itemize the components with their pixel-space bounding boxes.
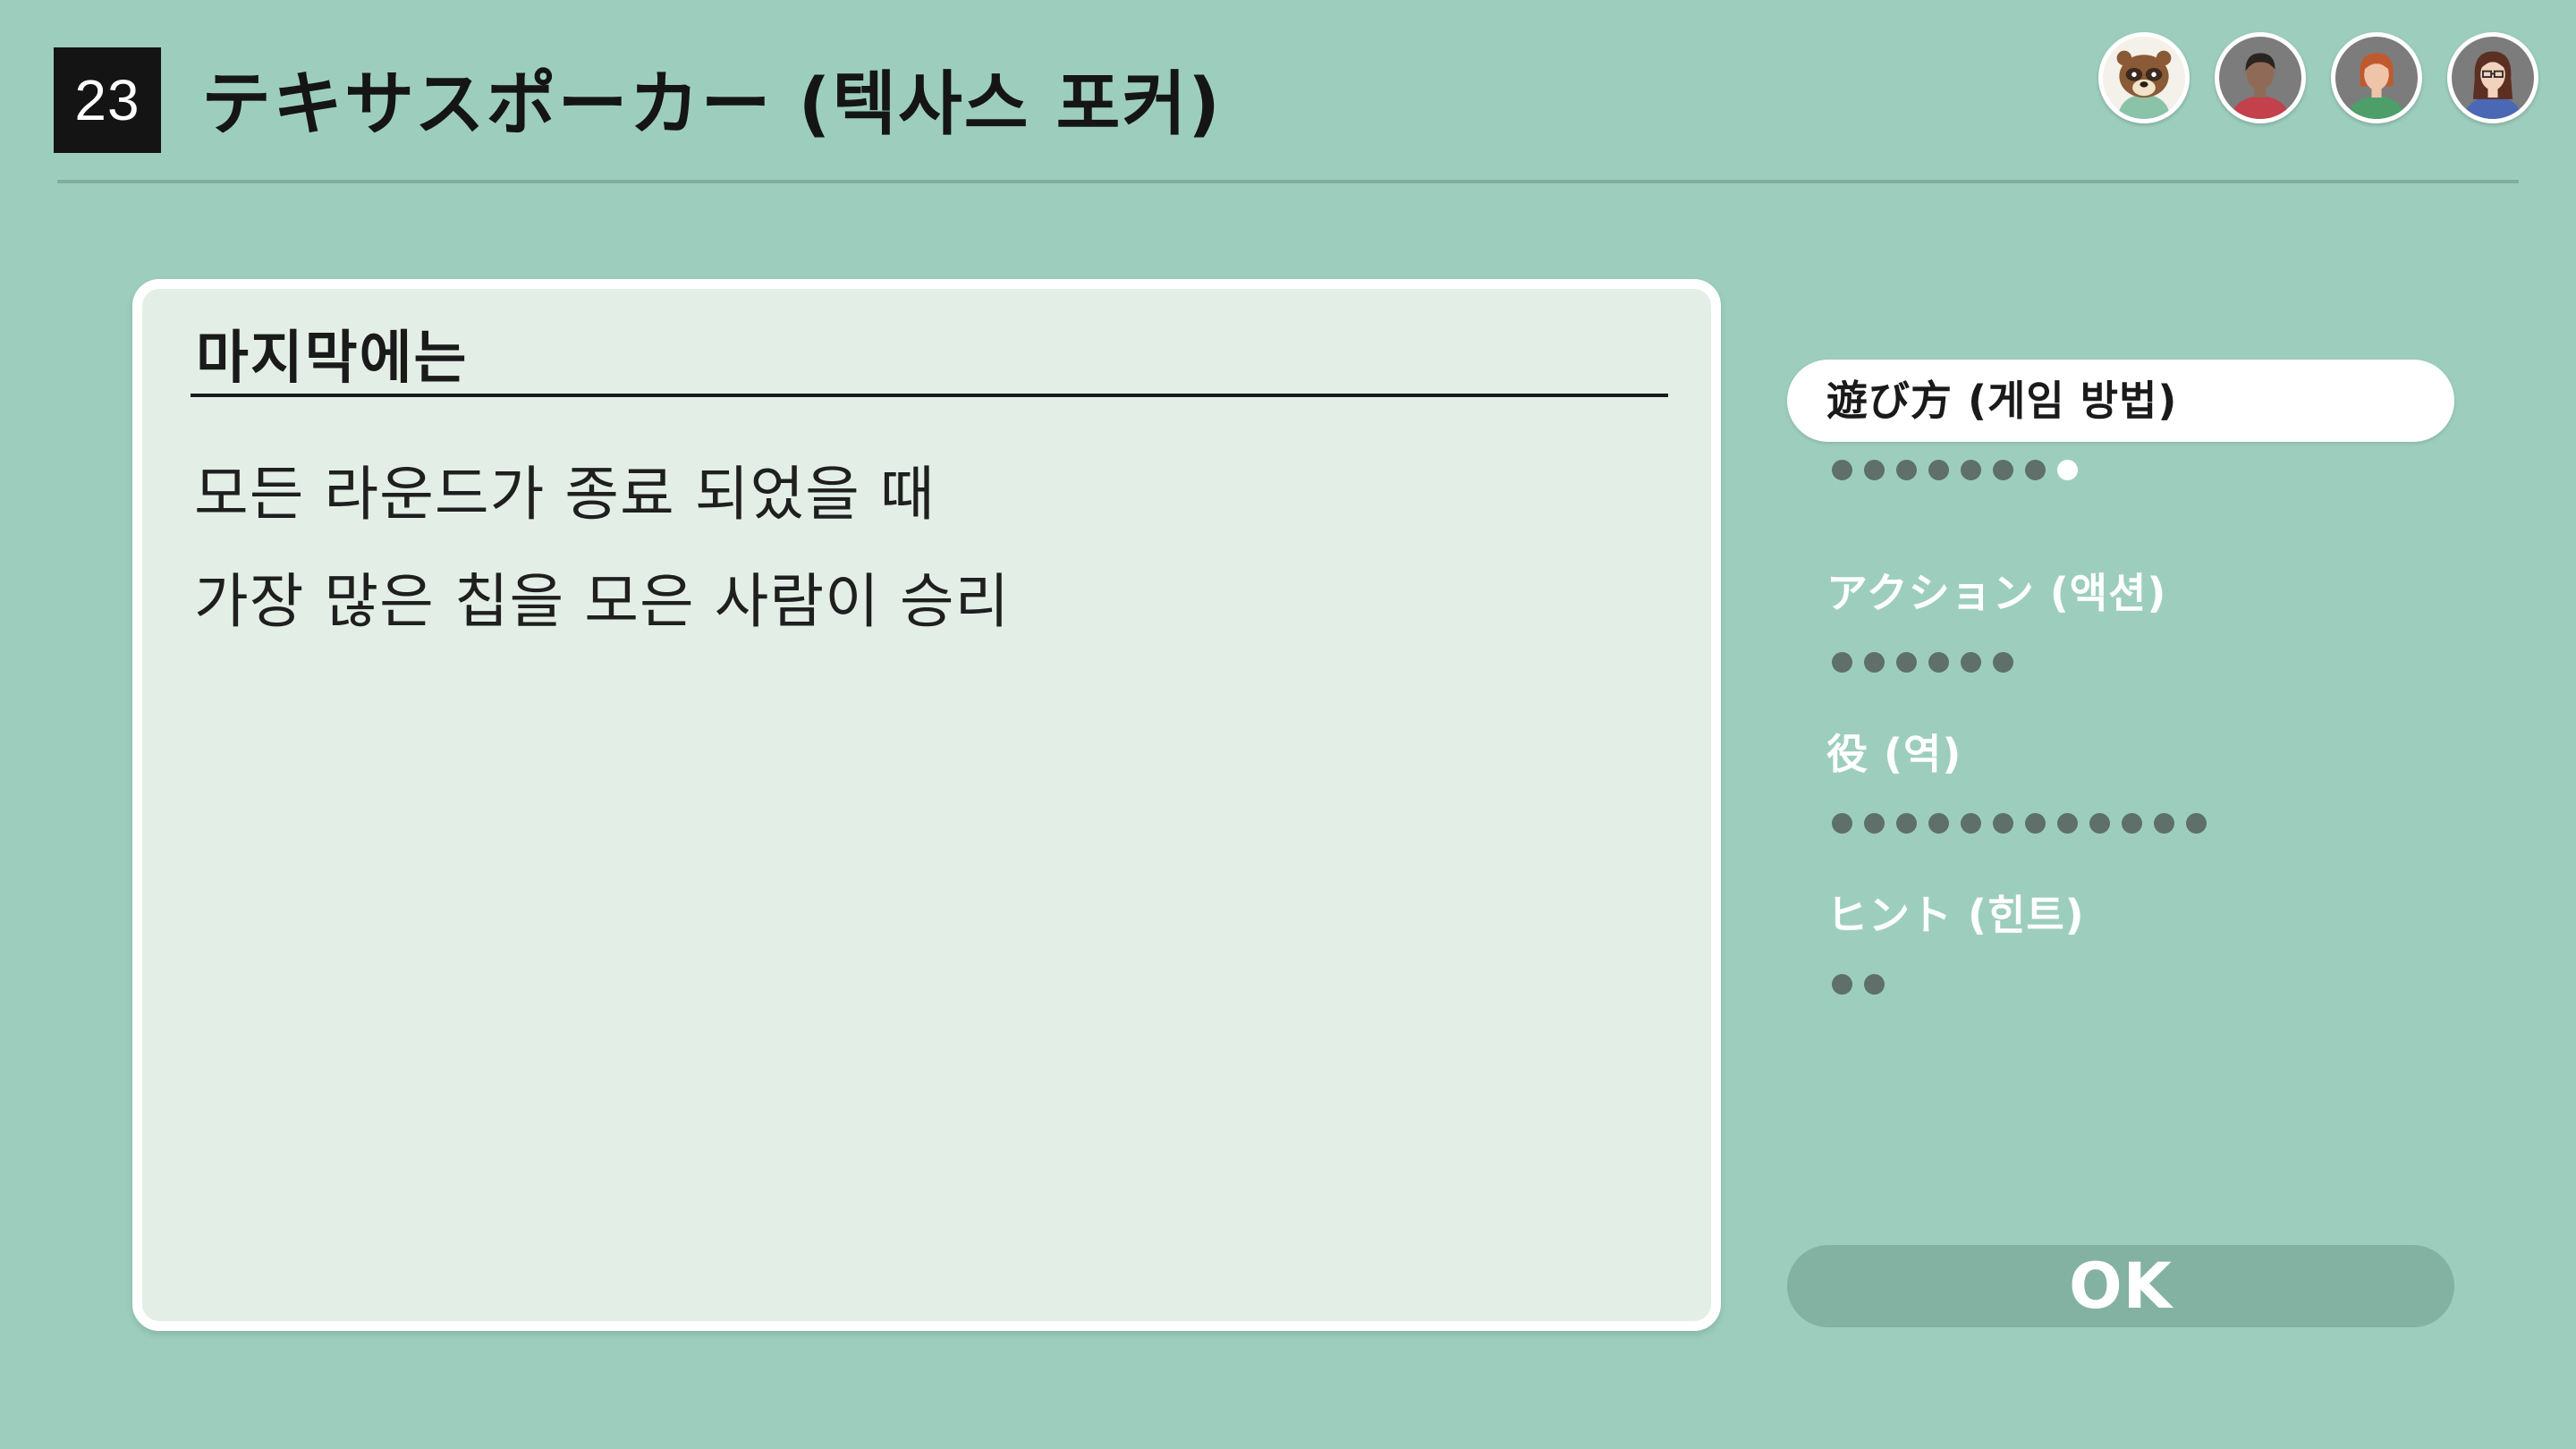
menu-item-hands[interactable]: 役 (역) [1787,713,2454,836]
card-heading-rule [191,394,1668,397]
page-dot [1864,813,1885,834]
page-dot [2025,813,2046,834]
page-dot [1864,652,1885,673]
page-dot [1832,813,1852,834]
menu-item-how-to-play[interactable]: 遊び方 (게임 방법) [1787,360,2454,483]
page-dot [1993,813,2013,834]
card-body: 모든 라운드가 종료 되었을 때 가장 많은 칩을 모은 사람이 승리 [194,441,1010,656]
page-dot [1832,974,1852,995]
page-dot [1961,813,1981,834]
menu-item-label: 遊び方 (게임 방법) [1787,360,2454,442]
card-text-line: 가장 많은 칩을 모은 사람이 승리 [194,567,1011,636]
page-dot [1993,652,2013,673]
page-dot [1864,460,1885,480]
page-dot [2186,813,2207,834]
game-title: テキサスポーカー (텍사스 포커) [201,64,1222,145]
page-dot [1928,460,1949,480]
page-indicator-dots [1787,974,2454,997]
page-dot [1928,813,1949,834]
menu-item-actions[interactable]: アクション (액션) [1787,552,2454,675]
player-man-avatar-icon [2215,32,2306,123]
page-dot [1961,652,1981,673]
page-dot [1832,652,1852,673]
instruction-card: 마지막에는 모든 라운드가 종료 되었을 때 가장 많은 칩을 모은 사람이 승… [132,279,1721,1331]
page-indicator-dots [1787,460,2454,483]
page-indicator-dots [1787,813,2454,836]
page-dot [2122,813,2142,834]
tanuki-character-avatar-icon [2098,32,2190,123]
page-dot [1832,460,1852,480]
page-indicator-dots [1787,652,2454,675]
player-avatars [2098,32,2538,123]
page-dot [2057,813,2078,834]
page-dot [1864,974,1885,995]
ok-button[interactable]: OK [1787,1245,2454,1327]
page-dot [1928,652,1949,673]
page-dot [2089,813,2110,834]
menu-item-label: 役 (역) [1826,730,1962,778]
player-woman-glasses-avatar-icon [2447,32,2538,123]
game-number-badge: 23 [54,47,161,153]
card-text-line: 모든 라운드가 종료 되었을 때 [194,460,936,529]
card-heading: 마지막에는 [196,326,469,392]
menu-item-hints[interactable]: ヒント (힌트) [1787,874,2454,997]
menu-item-label: ヒント (힌트) [1826,891,2085,939]
page-dot [1896,460,1917,480]
player-woman-red-hair-avatar-icon [2331,32,2422,123]
page-dot [1896,813,1917,834]
page-dot [2154,813,2174,834]
menu-item-label: アクション (액션) [1826,569,2167,617]
page-dot [2025,460,2046,480]
page-dot [1961,460,1981,480]
current-page-dot [2057,460,2078,480]
header-divider [57,180,2519,183]
page-dot [1993,460,2013,480]
page-dot [1896,652,1917,673]
